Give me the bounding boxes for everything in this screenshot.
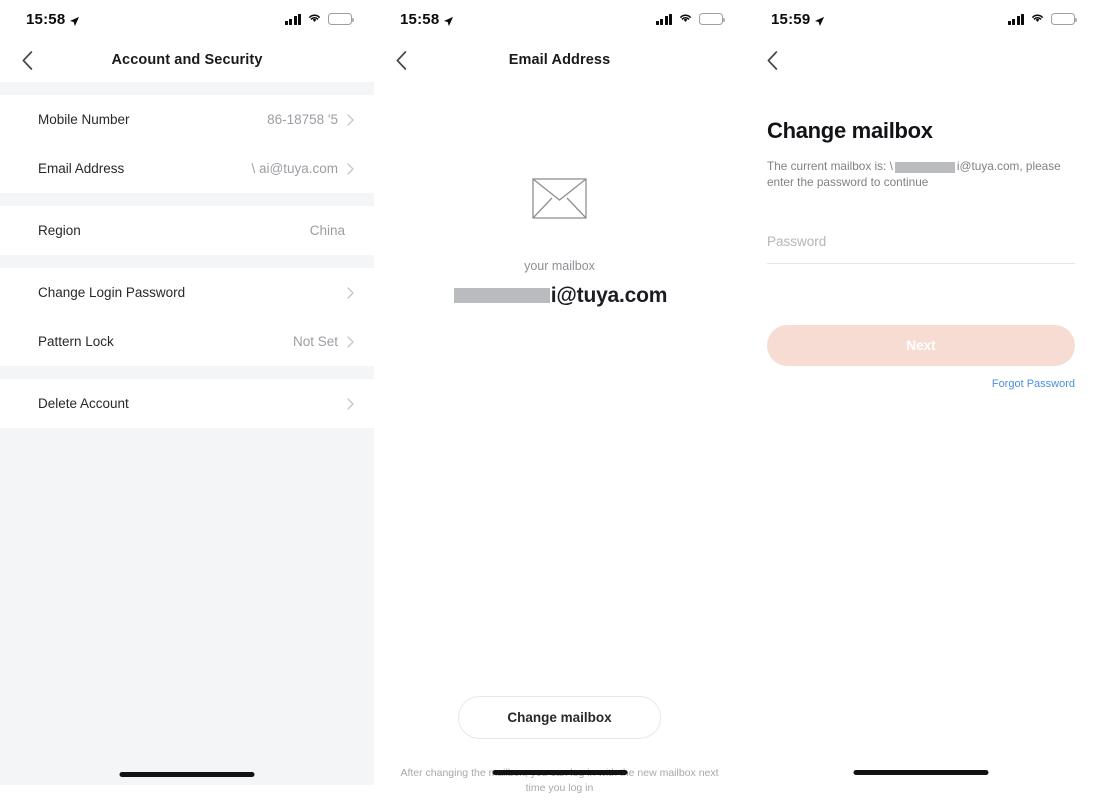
list-item-mobile-number[interactable]: Mobile Number 86-18758 '5	[0, 95, 374, 144]
list-item-label: Region	[38, 223, 81, 238]
list-item-label: Email Address	[38, 161, 125, 176]
battery-charging-icon	[699, 13, 726, 25]
chevron-right-icon	[347, 335, 354, 348]
nav-bar	[745, 38, 1097, 82]
location-arrow-icon	[443, 14, 454, 26]
status-bar: 15:58	[374, 0, 745, 38]
list-item-delete-account[interactable]: Delete Account	[0, 379, 374, 428]
list-item-value: \ ai@tuya.com	[251, 161, 338, 176]
list-item-label: Pattern Lock	[38, 334, 114, 349]
status-bar: 15:58	[0, 0, 374, 38]
screen-account-and-security: 15:58 Account and Security Mobile Number…	[0, 0, 374, 803]
mailbox-caption: your mailbox	[524, 259, 595, 273]
list-item-label: Delete Account	[38, 396, 129, 411]
change-mailbox-button[interactable]: Change mailbox	[458, 696, 661, 739]
chevron-left-icon	[396, 50, 407, 70]
list-item-email-address[interactable]: Email Address \ ai@tuya.com	[0, 144, 374, 193]
location-arrow-icon	[814, 14, 825, 26]
page-title: Account and Security	[111, 52, 263, 68]
envelope-icon	[532, 178, 587, 219]
status-bar-icons	[1007, 10, 1078, 28]
list-item-value: 86-18758 '5	[267, 112, 338, 127]
redaction-block	[894, 161, 955, 173]
back-button[interactable]	[745, 38, 799, 82]
status-bar-time-group: 15:59	[771, 11, 825, 28]
list-item-value: China	[309, 223, 345, 238]
status-bar-icons	[284, 10, 355, 28]
nav-bar: Account and Security	[0, 38, 374, 82]
three-phone-screenshots: 15:58 Account and Security Mobile Number…	[0, 0, 1097, 803]
status-time: 15:58	[26, 10, 66, 28]
chevron-right-icon	[347, 113, 354, 126]
password-input[interactable]: Password	[767, 234, 1075, 264]
home-indicator	[119, 772, 255, 777]
wifi-icon	[678, 10, 693, 28]
settings-list: Mobile Number 86-18758 '5 Email Address …	[0, 82, 374, 785]
status-bar: 15:59	[745, 0, 1097, 38]
forgot-password-link[interactable]: Forgot Password	[767, 378, 1075, 390]
chevron-left-icon	[22, 50, 33, 70]
change-mailbox-heading: Change mailbox	[767, 118, 933, 143]
back-button[interactable]	[0, 38, 54, 82]
chevron-right-icon	[347, 162, 354, 175]
cellular-bars-icon	[655, 13, 672, 25]
chevron-left-icon	[767, 50, 778, 70]
email-address-body: your mailbox i@tuya.com Change mailbox A…	[374, 178, 745, 803]
list-section-divider	[0, 366, 374, 379]
redaction-block	[453, 287, 550, 303]
list-item-pattern-lock[interactable]: Pattern Lock Not Set	[0, 317, 374, 366]
status-time: 15:58	[400, 10, 440, 28]
status-time: 15:59	[771, 10, 811, 28]
change-mailbox-body: Change mailbox The current mailbox is: \…	[745, 118, 1097, 803]
list-item-value: Not Set	[292, 334, 338, 349]
list-item-region[interactable]: Region China	[0, 206, 374, 255]
screen-change-mailbox: 15:59 Change mailbox The current mailbox…	[745, 0, 1097, 803]
home-indicator	[492, 770, 627, 775]
status-bar-time-group: 15:58	[26, 11, 80, 28]
list-section-divider	[0, 193, 374, 206]
current-email-address: i@tuya.com	[374, 284, 745, 308]
cellular-bars-icon	[284, 13, 301, 25]
page-title: Email Address	[508, 52, 611, 68]
chevron-right-icon	[347, 286, 354, 299]
back-button[interactable]	[374, 38, 428, 82]
subtitle-prefix: The current mailbox is: \	[767, 159, 893, 173]
battery-charging-icon	[328, 13, 355, 25]
home-indicator	[853, 770, 989, 775]
nav-bar: Email Address	[374, 38, 745, 82]
wifi-icon	[307, 10, 322, 28]
envelope-illustration	[374, 178, 745, 219]
list-section-divider	[0, 255, 374, 268]
list-item-label: Change Login Password	[38, 285, 186, 300]
list-section-divider	[0, 82, 374, 95]
screen-email-address: 15:58 Email Address your mailbox i@tuya.…	[374, 0, 745, 803]
list-item-change-login-password[interactable]: Change Login Password	[0, 268, 374, 317]
change-mailbox-subtitle: The current mailbox is: \ i@tuya.com, ple…	[767, 158, 1075, 190]
wifi-icon	[1030, 10, 1045, 28]
change-mailbox-button-wrap: Change mailbox	[374, 696, 745, 739]
list-item-label: Mobile Number	[38, 112, 130, 127]
cellular-bars-icon	[1007, 13, 1024, 25]
password-placeholder: Password	[767, 234, 827, 249]
email-visible-part: i@tuya.com	[550, 284, 668, 307]
battery-charging-icon	[1051, 13, 1078, 25]
status-bar-icons	[655, 10, 726, 28]
list-bottom-filler	[0, 428, 374, 785]
location-arrow-icon	[69, 14, 80, 26]
status-bar-time-group: 15:58	[400, 11, 454, 28]
next-button[interactable]: Next	[767, 325, 1075, 366]
chevron-right-icon	[347, 397, 354, 410]
